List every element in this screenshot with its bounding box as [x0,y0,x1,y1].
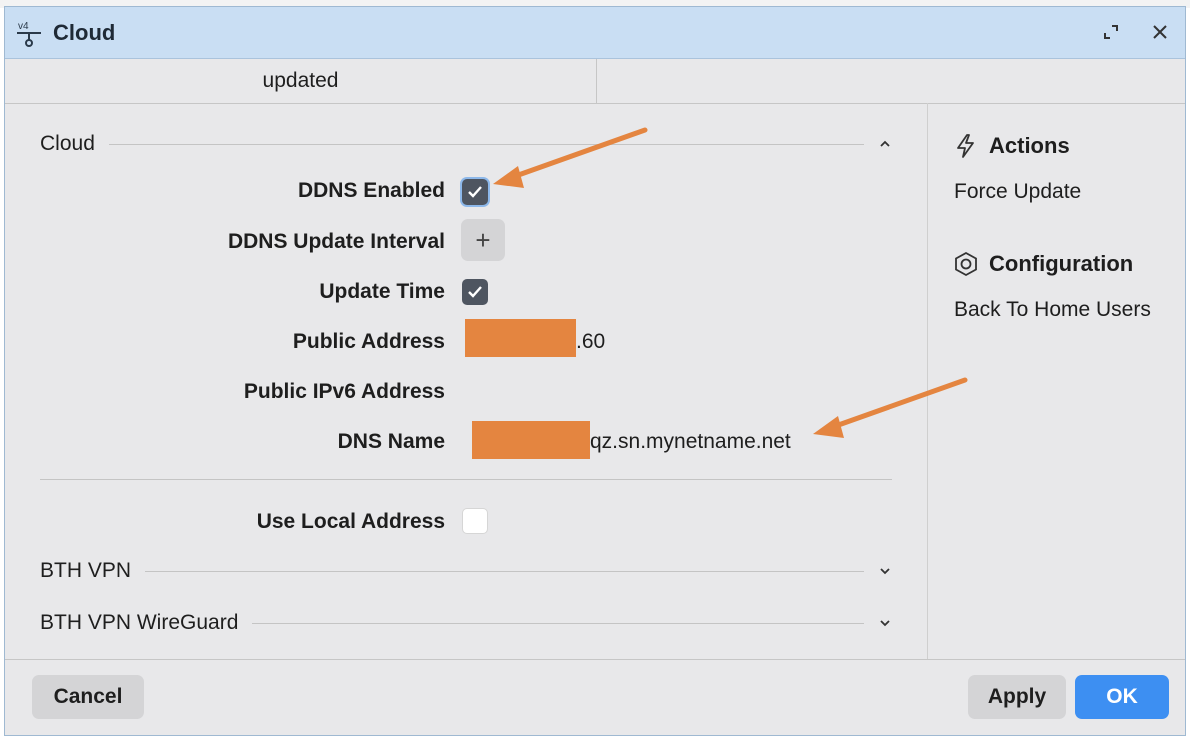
section-title: BTH VPN [40,559,132,582]
chevron-down-icon[interactable] [878,564,892,578]
cloud-dialog: v4 Cloud updated Cloud DDNS Enabled DDNS… [4,6,1186,736]
tab-bar: updated [5,59,1185,104]
chevron-down-icon[interactable] [878,616,892,630]
add-interval-button[interactable]: + [461,219,505,261]
section-divider [252,622,864,624]
dialog-footer: Cancel Apply OK [5,659,1185,735]
use-local-address-label: Use Local Address [256,510,445,533]
restore-icon[interactable] [1098,19,1124,45]
section-cloud[interactable]: Cloud [40,129,892,159]
ddns-enabled-checkbox[interactable] [462,179,488,205]
section-bth-vpn[interactable]: BTH VPN [40,556,892,586]
section-title: BTH VPN WireGuard [40,611,239,634]
ddns-enabled-label: DDNS Enabled [297,179,445,202]
force-update-action[interactable]: Force Update [954,180,1081,204]
apply-button[interactable]: Apply [968,675,1066,719]
section-bth-vpn-wireguard[interactable]: BTH VPN WireGuard [40,608,892,638]
tab-updated[interactable]: updated [5,59,597,103]
configuration-header: Configuration [953,249,1133,279]
public-address-value: .60 [576,330,606,353]
ddns-update-interval-label: DDNS Update Interval [227,230,445,253]
hexagon-icon [955,251,977,277]
cancel-button[interactable]: Cancel [32,675,144,719]
update-time-label: Update Time [319,280,445,303]
redaction-box [465,319,576,357]
actions-title: Actions [989,133,1070,158]
actions-header: Actions [953,131,1070,161]
update-time-checkbox[interactable] [462,279,488,305]
chevron-up-icon[interactable] [878,137,892,151]
redaction-box [472,421,590,459]
dns-name-value: qz.sn.mynetname.net [590,430,791,453]
sidebar-divider [927,103,928,659]
network-app-icon: v4 [15,19,43,52]
dns-name-label: DNS Name [337,430,445,453]
public-address-label: Public Address [292,330,445,353]
configuration-title: Configuration [989,251,1134,276]
section-divider [108,143,864,145]
checkmark-icon [468,286,482,298]
section-divider [145,570,864,572]
close-icon[interactable] [1147,19,1173,45]
svg-text:v4: v4 [18,21,29,32]
title-bar: v4 Cloud [5,7,1185,59]
back-to-home-users-action[interactable]: Back To Home Users [954,298,1151,322]
window-title: Cloud [53,20,116,45]
public-ipv6-address-label: Public IPv6 Address [243,380,445,403]
form-separator [40,479,892,480]
ok-button[interactable]: OK [1075,675,1169,719]
lightning-icon [957,134,974,158]
use-local-address-checkbox[interactable] [462,508,488,534]
section-title: Cloud [40,132,95,155]
checkmark-icon [468,186,482,198]
